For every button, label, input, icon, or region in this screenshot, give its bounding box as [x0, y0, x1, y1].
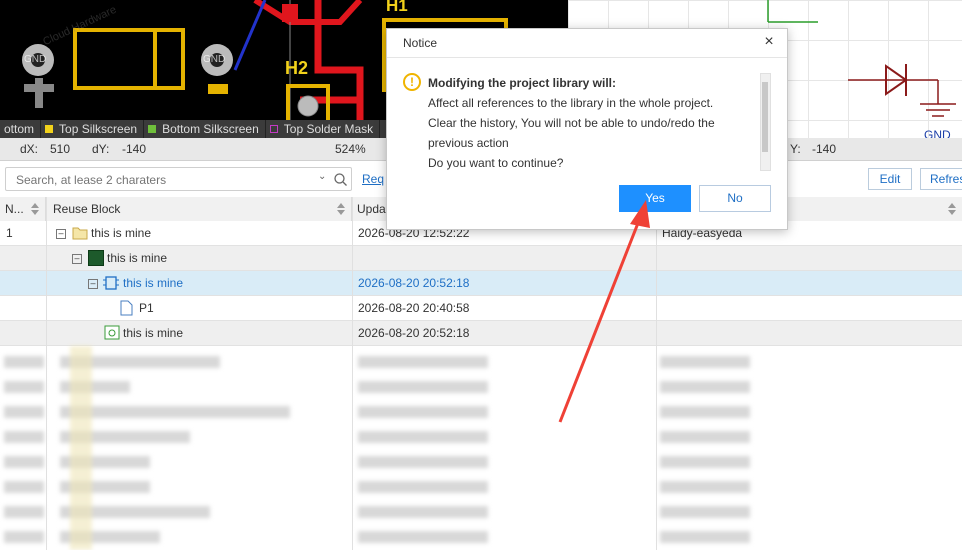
layer-tab-top-solder-mask-label: Top Solder Mask — [283, 122, 374, 136]
designator-h1: H1 — [386, 0, 408, 15]
sort-icon[interactable] — [948, 203, 956, 215]
redacted-rows — [0, 346, 962, 550]
table-row[interactable]: this is mine 2026-08-20 20:52:18 — [0, 321, 962, 346]
designator-h2: H2 — [285, 58, 309, 78]
dialog-scrollbar[interactable] — [760, 73, 771, 171]
dialog-message-line: previous action — [428, 136, 509, 150]
row-name: P1 — [139, 301, 154, 315]
sort-icon[interactable] — [337, 203, 345, 215]
dy-label: dY: — [92, 142, 110, 156]
dialog-heading: Modifying the project library will: — [428, 76, 617, 90]
table-row[interactable]: P1 2026-08-20 20:40:58 — [0, 296, 962, 321]
dy-value: -140 — [122, 142, 147, 156]
dialog-title: Notice — [403, 36, 438, 50]
row-number: 1 — [6, 226, 13, 240]
scrollbar-thumb[interactable] — [762, 82, 768, 152]
layer-tab-top-silkscreen-label: Top Silkscreen — [59, 122, 138, 136]
dx-value: 510 — [50, 142, 71, 156]
column-divider — [352, 197, 353, 550]
document-icon — [120, 300, 133, 316]
close-icon[interactable]: × — [761, 34, 777, 50]
col-header-number[interactable]: N... — [0, 197, 46, 221]
layer-tab-bottom-silkscreen[interactable]: Bottom Silkscreen — [144, 120, 266, 138]
dx-label: dX: — [20, 142, 39, 156]
layer-tab-bottom-label: ottom — [4, 122, 35, 136]
search-box[interactable]: ⌄ — [5, 167, 352, 191]
layer-tab-bottom[interactable]: ottom — [0, 120, 42, 138]
dialog-header: Notice × — [387, 29, 787, 58]
component-icon — [103, 276, 119, 290]
layer-tab-top-solder-mask[interactable]: Top Solder Mask — [266, 120, 381, 138]
search-icon[interactable] — [334, 173, 347, 186]
folder-icon — [72, 227, 88, 240]
schematic-icon — [104, 325, 120, 340]
col-header-reuse-block-label: Reuse Block — [53, 202, 121, 216]
warning-icon: ! — [403, 73, 421, 91]
bottom-silkscreen-swatch — [148, 125, 157, 133]
layer-tab-bottom-silkscreen-label: Bottom Silkscreen — [162, 122, 259, 136]
row-name: this is mine — [107, 251, 168, 265]
layer-tab-top-silkscreen[interactable]: Top Silkscreen — [41, 120, 145, 138]
no-button[interactable]: No — [699, 185, 771, 212]
search-input[interactable] — [14, 169, 318, 191]
col-header-number-label: N... — [5, 202, 24, 216]
sort-icon[interactable] — [31, 203, 39, 215]
net-label-gnd-2: GND — [203, 54, 226, 65]
dialog-message-line: Clear the history, You will not be able … — [428, 116, 715, 130]
requirement-link[interactable]: Req — [362, 172, 384, 186]
dialog-message-line: Affect all references to the library in … — [428, 96, 714, 110]
top-silkscreen-swatch — [45, 125, 54, 133]
table-row-selected[interactable]: – this is mine 2026-08-20 20:52:18 — [0, 271, 962, 296]
collapse-toggle-icon[interactable]: – — [72, 254, 82, 264]
refresh-button[interactable]: Refres — [920, 168, 962, 190]
dy2-label: Y: — [790, 142, 801, 156]
row-updated: 2026-08-20 20:40:58 — [358, 301, 470, 315]
top-solder-mask-swatch — [269, 125, 278, 133]
table-row[interactable]: – this is mine — [0, 246, 962, 271]
dy2-value: -140 — [812, 142, 837, 156]
row-updated: 2026-08-20 20:52:18 — [358, 326, 470, 340]
dialog-message-line: Do you want to continue? — [428, 156, 564, 170]
row-name: this is mine — [123, 326, 184, 340]
col-header-updated-label: Upda — [357, 202, 386, 216]
row-updated: 2026-08-20 20:52:18 — [358, 276, 470, 290]
col-header-reuse-block[interactable]: Reuse Block — [46, 197, 352, 221]
zoom-level: 524% — [335, 142, 366, 156]
collapse-toggle-icon[interactable]: – — [56, 229, 66, 239]
edit-button[interactable]: Edit — [868, 168, 912, 190]
chevron-down-icon[interactable]: ⌄ — [318, 171, 326, 182]
collapse-toggle-icon[interactable]: – — [88, 279, 98, 289]
row-name: this is mine — [91, 226, 152, 240]
row-name: this is mine — [123, 276, 184, 290]
pcb-block-icon — [88, 250, 104, 266]
net-label-gnd-1: GND — [24, 54, 47, 65]
annotation-arrow — [558, 200, 650, 423]
column-divider — [46, 197, 47, 550]
